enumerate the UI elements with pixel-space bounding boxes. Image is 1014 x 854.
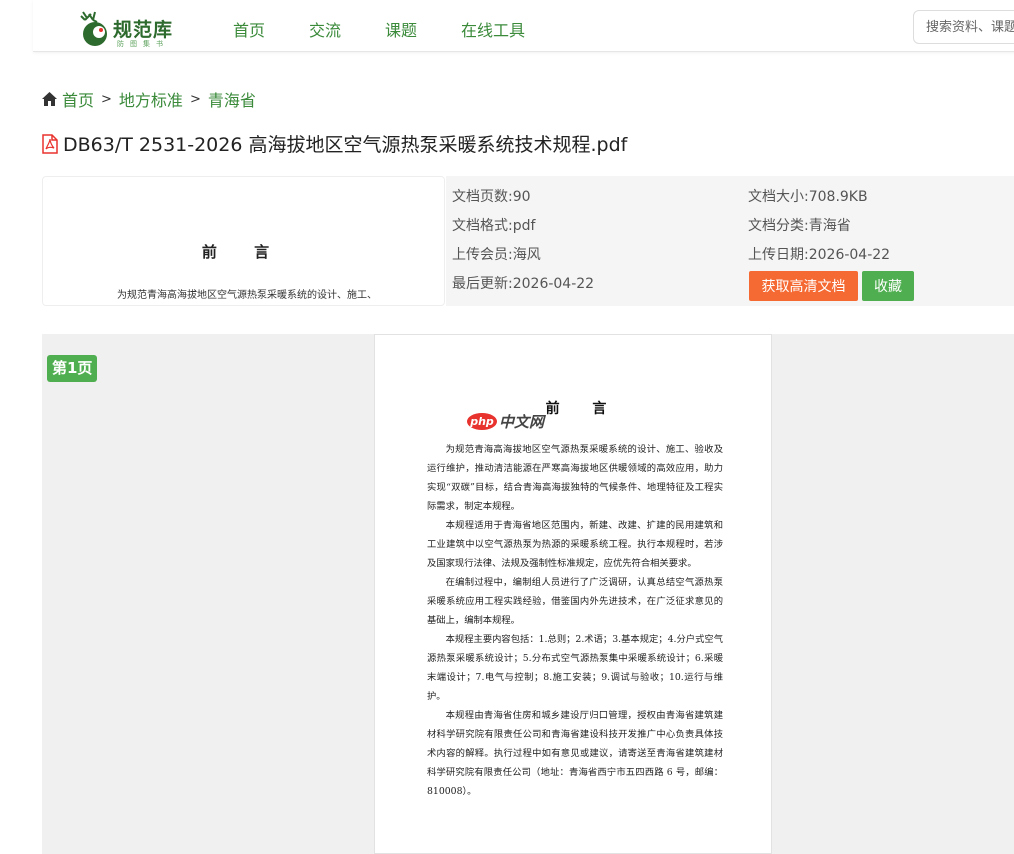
page-paragraph: 在编制过程中，编制组人员进行了广泛调研，认真总结空气源热泵采暖系统应用工程实践经…	[427, 577, 723, 626]
page-number-badge: 第1页	[47, 355, 98, 382]
favorite-button[interactable]: 收藏	[862, 271, 914, 301]
meta-value: 青海省	[808, 218, 851, 234]
search-input[interactable]	[914, 11, 1014, 43]
nav-home[interactable]: 首页	[233, 17, 265, 41]
nav-online-tools[interactable]: 在线工具	[461, 17, 525, 41]
document-page: 前 言 php 中文网 为规范青海高海拔地区空气源热泵采暖系统的设计、施工、验收…	[374, 334, 772, 854]
meta-label: 文档分类:	[748, 218, 809, 234]
page-body: 为规范青海高海拔地区空气源热泵采暖系统的设计、施工、验收及运行维护，推动清洁能源…	[427, 440, 723, 801]
nav-exchange[interactable]: 交流	[309, 17, 341, 41]
meta-uploader: 上传会员:海风	[452, 244, 541, 264]
thumbnail-text: 为规范青海高海拔地区空气源热泵采暖系统的设计、施工、	[117, 290, 377, 301]
meta-value: 708.9KB	[808, 189, 868, 205]
meta-label: 文档页数:	[452, 189, 513, 205]
meta-value: 海风	[512, 247, 541, 263]
breadcrumb-qinghai[interactable]: 青海省	[208, 87, 256, 111]
meta-label: 最后更新:	[452, 276, 513, 292]
watermark: php 中文网	[467, 411, 544, 432]
meta-upload-date: 上传日期:2026-04-22	[748, 244, 890, 264]
top-header: 规范库 防图集书 首页 交流 课题 在线工具	[33, 0, 1014, 52]
logo-subtext: 防图集书	[117, 40, 169, 48]
meta-label: 文档大小:	[748, 189, 809, 205]
meta-label: 上传日期:	[748, 247, 809, 263]
page-paragraph: 本规程适用于青海省地区范围内，新建、改建、扩建的民用建筑和工业建筑中以空气源热泵…	[427, 520, 723, 569]
watermark-php: php	[467, 413, 497, 430]
breadcrumb-separator: >	[101, 91, 112, 107]
breadcrumb-local-standards[interactable]: 地方标准	[119, 87, 183, 111]
document-title-text: DB63/T 2531-2026 高海拔地区空气源热泵采暖系统技术规程.pdf	[63, 134, 628, 156]
document-meta: 文档页数:90 文档大小:708.9KB 文档格式:pdf 文档分类:青海省 上…	[446, 176, 1014, 306]
meta-value: 90	[512, 189, 531, 205]
nav-topics[interactable]: 课题	[385, 17, 417, 41]
meta-value: pdf	[512, 218, 536, 234]
page-paragraph: 本规程主要内容包括：1.总则；2.术语；3.基本规定；4.分户式空气源热泵采暖系…	[427, 634, 723, 702]
thumbnail-heading: 前 言	[201, 243, 286, 261]
meta-label: 上传会员:	[452, 247, 513, 263]
search-box	[913, 10, 1014, 44]
breadcrumb-separator: >	[189, 91, 201, 107]
logo-text: 规范库	[113, 19, 174, 41]
meta-updated: 最后更新:2026-04-22	[452, 273, 594, 293]
page-paragraph: 为规范青海高海拔地区空气源热泵采暖系统的设计、施工、验收及运行维护，推动清洁能源…	[427, 444, 723, 512]
document-info: 前 言 为规范青海高海拔地区空气源热泵采暖系统的设计、施工、 文档页数:90 文…	[42, 176, 1014, 306]
get-hd-document-button[interactable]: 获取高清文档	[749, 271, 858, 301]
meta-value: 2026-04-22	[808, 247, 891, 263]
meta-size: 文档大小:708.9KB	[748, 186, 868, 206]
breadcrumb: 首页 > 地方标准 > 青海省	[42, 87, 256, 111]
meta-label: 文档格式:	[452, 218, 513, 234]
pdf-file-icon	[42, 133, 58, 154]
meta-format: 文档格式:pdf	[452, 215, 535, 235]
home-icon	[42, 92, 57, 106]
main-nav: 首页 交流 课题 在线工具	[233, 17, 569, 41]
site-logo[interactable]: 规范库 防图集书	[75, 8, 185, 48]
document-viewer[interactable]: 第1页 前 言 php 中文网 为规范青海高海拔地区空气源热泵采暖系统的设计、施…	[42, 334, 1014, 854]
breadcrumb-home[interactable]: 首页	[62, 87, 94, 111]
document-thumbnail[interactable]: 前 言 为规范青海高海拔地区空气源热泵采暖系统的设计、施工、	[42, 176, 445, 306]
watermark-text: 中文网	[499, 413, 545, 431]
meta-value: 2026-04-22	[512, 276, 595, 292]
document-title: DB63/T 2531-2026 高海拔地区空气源热泵采暖系统技术规程.pdf	[42, 130, 627, 157]
page-paragraph: 本规程由青海省住房和城乡建设厅归口管理，授权由青海省建筑建材科学研究院有限责任公…	[427, 710, 723, 797]
deer-logo-icon	[80, 11, 107, 46]
meta-pages: 文档页数:90	[452, 186, 531, 206]
page-heading: 前 言	[545, 401, 621, 417]
meta-category: 文档分类:青海省	[748, 215, 851, 235]
